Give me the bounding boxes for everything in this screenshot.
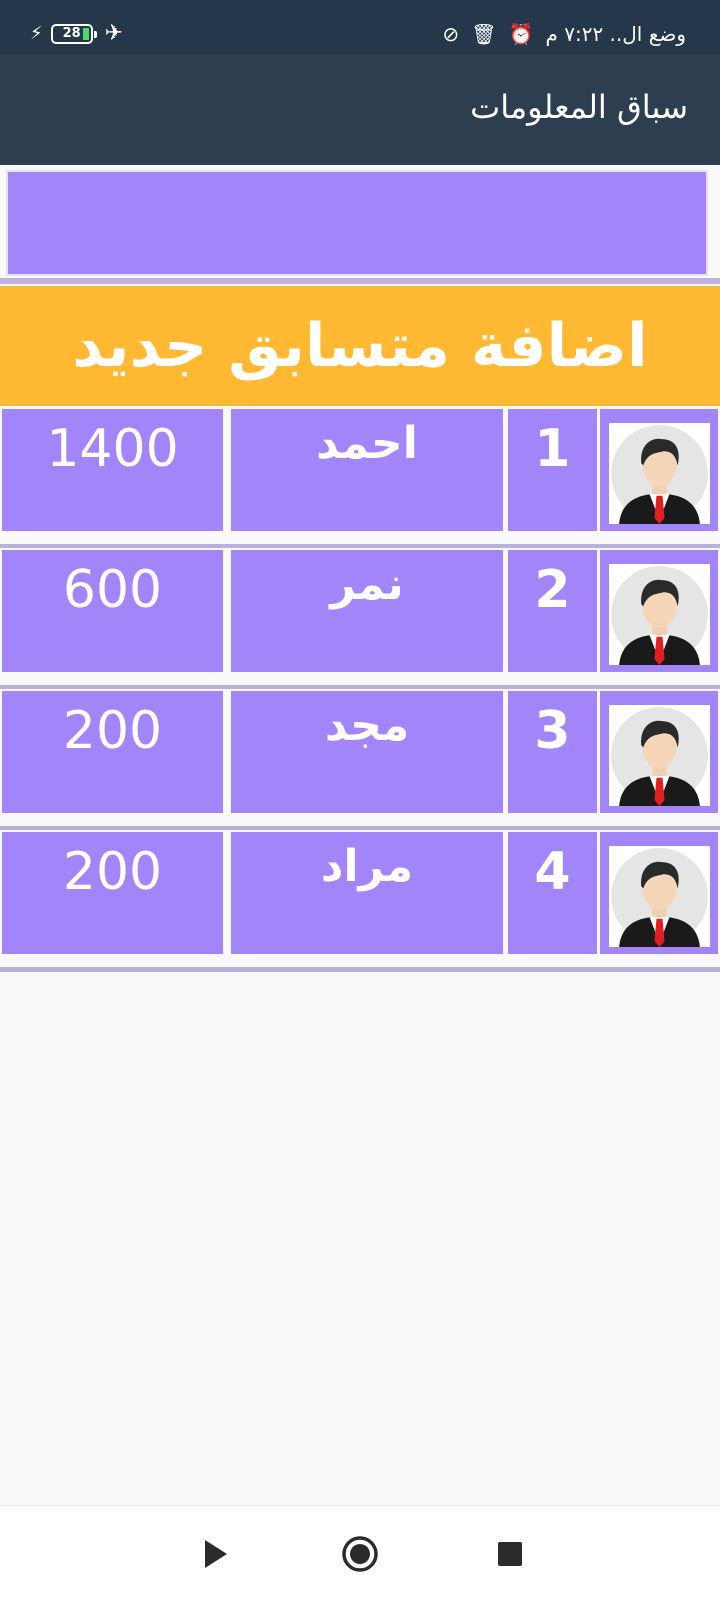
status-text: وضع ال.. ٧:٢٢ م xyxy=(545,22,686,46)
score-cell: 600 xyxy=(2,550,223,672)
battery-icon: 28 xyxy=(50,24,97,44)
score-cell: 200 xyxy=(2,691,223,813)
name-cell: احمد xyxy=(231,409,503,531)
avatar-icon xyxy=(609,846,710,947)
rank-cell: 1 xyxy=(508,409,597,531)
contestant-row[interactable]: 200 مراد 4 xyxy=(0,830,720,972)
contestant-row[interactable]: 1400 احمد 1 xyxy=(0,407,720,549)
recents-square-icon[interactable] xyxy=(488,1532,532,1576)
add-contestant-button[interactable]: اضافة متسابق جديد xyxy=(0,286,720,406)
status-right-group: ⊘ 🗑 ⏰ وضع ال.. ٧:٢٢ م xyxy=(442,20,686,48)
battery-level: 28 xyxy=(62,26,81,41)
charging-icon: ⚡ xyxy=(30,23,43,44)
alarm-icon: ⏰ xyxy=(508,22,534,46)
banner-panel xyxy=(6,170,708,276)
contestant-row[interactable]: 200 مجد 3 xyxy=(0,689,720,831)
avatar-icon xyxy=(609,423,710,524)
do-not-disturb-icon: ⊘ xyxy=(442,22,460,46)
app-title: سباق المعلومات xyxy=(470,88,688,126)
contestant-row[interactable]: 600 نمر 2 xyxy=(0,548,720,690)
rank-cell: 3 xyxy=(508,691,597,813)
name-cell: مراد xyxy=(231,832,503,954)
score-cell: 200 xyxy=(2,832,223,954)
trash-icon: 🗑 xyxy=(471,22,497,46)
avatar-icon xyxy=(609,705,710,806)
avatar-cell xyxy=(600,832,718,954)
avatar-cell xyxy=(600,409,718,531)
name-cell: نمر xyxy=(231,550,503,672)
score-cell: 1400 xyxy=(2,409,223,531)
back-triangle-icon[interactable] xyxy=(193,1532,237,1576)
avatar-cell xyxy=(600,550,718,672)
system-nav-bar xyxy=(0,1505,720,1600)
status-left-group: ⚡ 28 ✈ xyxy=(30,22,123,46)
avatar-cell xyxy=(600,691,718,813)
airplane-icon: ✈ xyxy=(104,21,124,46)
home-circle-icon[interactable] xyxy=(338,1532,382,1576)
status-bar: ⚡ 28 ✈ ⊘ 🗑 ⏰ وضع ال.. ٧:٢٢ م xyxy=(0,0,720,55)
name-cell: مجد xyxy=(231,691,503,813)
banner-divider xyxy=(0,278,720,284)
app-bar: سباق المعلومات xyxy=(0,55,720,165)
rank-cell: 2 xyxy=(508,550,597,672)
avatar-icon xyxy=(609,564,710,665)
rank-cell: 4 xyxy=(508,832,597,954)
